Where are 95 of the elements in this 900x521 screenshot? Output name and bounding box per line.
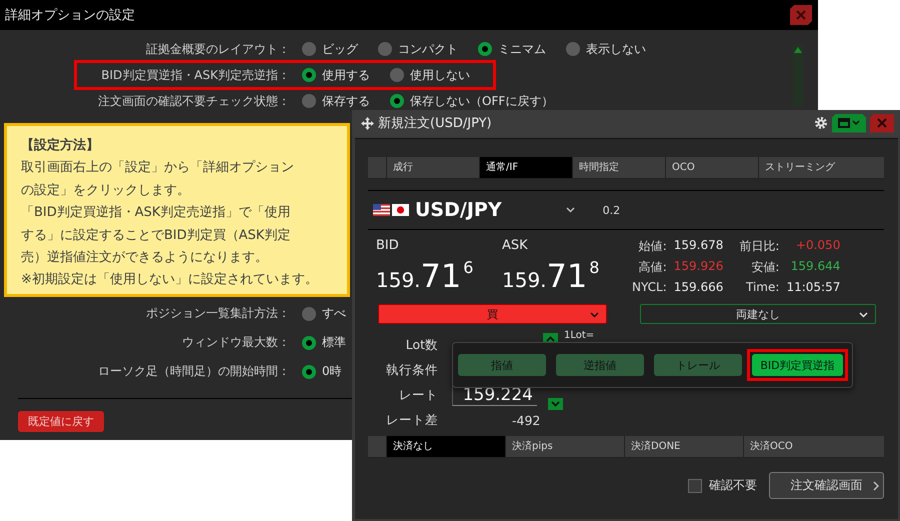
note-text: ※初期設定は「使用しない」に設定されています。 xyxy=(21,271,319,290)
option-label: 使用しない xyxy=(410,66,470,84)
option-label: 保存する xyxy=(322,92,370,110)
radio-button[interactable] xyxy=(302,336,316,350)
radio-button[interactable] xyxy=(302,68,316,82)
option-label: コンパクト xyxy=(398,40,458,58)
option-label: 標準 xyxy=(322,334,346,351)
tab[interactable]: 成行 xyxy=(386,157,479,178)
chevron-right-icon xyxy=(873,481,879,491)
reset-button[interactable]: 既定値に戻す xyxy=(18,411,104,432)
stat-value: 159.926 xyxy=(674,259,724,275)
stat-label: 高値: xyxy=(638,259,668,276)
setting-label: ローソク足（時間足）の開始時間： xyxy=(97,363,290,380)
tab[interactable]: 通常/IF xyxy=(479,157,572,178)
currency-pair-dropdown[interactable]: USD/JPY xyxy=(409,199,575,221)
tab[interactable]: 時間指定 xyxy=(572,157,665,178)
radio-button[interactable] xyxy=(566,42,580,56)
rate-difference: -492 xyxy=(512,413,540,428)
caret-icon xyxy=(566,207,575,213)
confirm-screen-button[interactable]: 注文確認画面 xyxy=(769,472,884,499)
close-button[interactable] xyxy=(870,114,894,132)
side-dropdown[interactable]: 買 xyxy=(378,304,607,324)
stat-label: 始値: xyxy=(638,238,668,255)
note-heading: 【設定方法】 xyxy=(21,136,100,155)
setting-label: 注文画面の確認不要チェック状態： xyxy=(97,92,290,110)
price-label: ASK xyxy=(502,238,529,253)
window-menu-button[interactable] xyxy=(832,114,866,132)
tab[interactable]: 決済pips xyxy=(505,436,624,457)
tab[interactable]: 決済OCO xyxy=(743,436,862,457)
spread-value: 0.2 xyxy=(602,204,620,216)
price-value: 159.71$^{8}$ xyxy=(502,256,600,297)
tab[interactable]: 決済DONE xyxy=(624,436,743,457)
radio-button[interactable] xyxy=(390,68,404,82)
option-label: ミニマム xyxy=(498,40,546,58)
stat-label: Time: xyxy=(745,280,780,294)
setting-label: ポジション一覧集計方法： xyxy=(145,305,290,322)
option-label: 表示しない xyxy=(586,40,646,58)
stat-label: 安値: xyxy=(750,259,780,276)
down-caret-icon xyxy=(551,401,560,407)
stat-label: 前日比: xyxy=(738,238,780,255)
close-icon xyxy=(877,118,887,128)
close-button[interactable] xyxy=(790,5,812,25)
option-label: 保存しない（OFFに戻す） xyxy=(410,92,554,110)
condition-option[interactable]: BID判定買逆指 xyxy=(752,354,843,376)
note-text: 取引画面右上の「設定」から「詳細オプション xyxy=(21,159,295,178)
caret-icon xyxy=(859,312,868,318)
radio-button[interactable] xyxy=(378,42,392,56)
radio-button[interactable] xyxy=(302,42,316,56)
window-title: 新規注文(USD/JPY) xyxy=(378,115,493,132)
stat-value: 159.678 xyxy=(674,238,724,254)
form-label: Lot数 xyxy=(404,337,438,354)
setting-label: ウィンドウ最大数： xyxy=(181,334,290,351)
stat-value: 159.666 xyxy=(674,280,724,294)
stat-value: 11:05:57 xyxy=(786,280,840,294)
note-text: 「BID判定買逆指・ASK判定売逆指」で「使用 xyxy=(21,204,292,222)
decrement-button[interactable] xyxy=(548,398,563,410)
hedge-dropdown[interactable]: 両建なし xyxy=(640,304,876,324)
price-label: BID xyxy=(376,238,400,253)
window-title: 詳細オプションの設定 xyxy=(5,7,135,24)
lot-size-label: 1Lot= xyxy=(564,330,594,341)
settings-icon xyxy=(814,116,828,130)
radio-button[interactable] xyxy=(390,94,404,108)
radio-button[interactable] xyxy=(302,94,316,108)
note-text: 売）逆指値注文ができるようになります。 xyxy=(21,249,269,268)
move-icon xyxy=(361,116,374,130)
tab[interactable]: OCO xyxy=(665,157,758,178)
form-label: 執行条件 xyxy=(385,362,438,379)
note-text: の設定」をクリックします。 xyxy=(21,182,191,200)
option-label: 使用する xyxy=(322,66,370,84)
radio-button[interactable] xyxy=(302,306,316,320)
stat-label: NYCL: xyxy=(632,280,668,294)
option-label: 0時 xyxy=(322,363,342,380)
option-label: すべ xyxy=(322,305,346,322)
checkbox[interactable] xyxy=(688,478,702,492)
radio-button[interactable] xyxy=(302,364,316,378)
checkbox-label: 確認不要 xyxy=(709,477,757,494)
scrollbar[interactable] xyxy=(793,45,803,107)
setting-label: BID判定買逆指・ASK判定売逆指： xyxy=(100,66,290,84)
form-label: レート xyxy=(398,387,438,404)
caret-icon xyxy=(590,312,599,318)
note-text: する」に設定することでBID判定買（ASK判定 xyxy=(21,226,292,245)
tab[interactable]: ストリーミング xyxy=(758,157,851,178)
option-label: ビッグ xyxy=(322,40,358,58)
price-value: 159.71$^{6}$ xyxy=(376,256,474,297)
tab[interactable]: 決済なし xyxy=(386,436,505,457)
flags-icon xyxy=(373,204,409,216)
up-arrow-icon xyxy=(794,47,802,53)
setting-label: 証拠金概要のレイアウト： xyxy=(145,40,290,58)
stat-value: 159.644 xyxy=(790,259,840,275)
radio-button[interactable] xyxy=(478,42,492,56)
close-icon xyxy=(796,10,806,20)
form-label: レート差 xyxy=(385,412,438,429)
stat-value: +0.050 xyxy=(794,238,840,254)
window-caret-icon xyxy=(838,118,860,128)
settings-button[interactable] xyxy=(814,116,828,130)
